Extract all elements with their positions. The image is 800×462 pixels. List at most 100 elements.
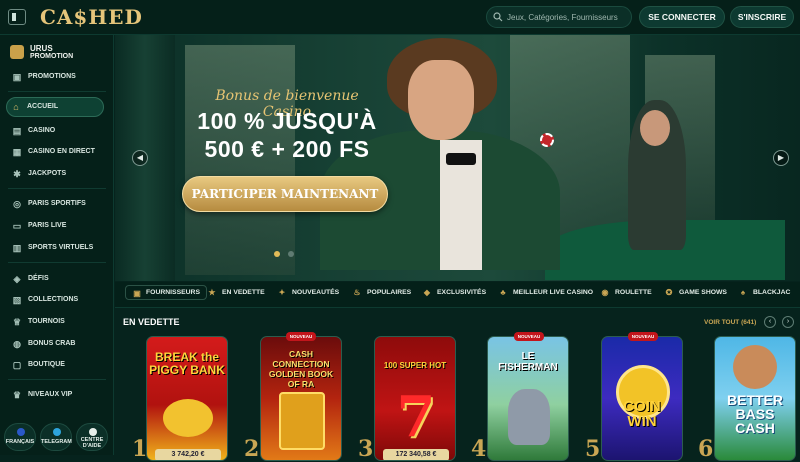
seven-icon: 7 bbox=[396, 384, 436, 450]
featured-next-icon[interactable]: › bbox=[782, 316, 794, 328]
category-nouveautes[interactable]: ✦ NOUVEAUTÉS bbox=[277, 288, 340, 297]
player-face bbox=[408, 60, 474, 140]
sidebar-item-collections[interactable]: ▧ COLLECTIONS bbox=[8, 291, 108, 309]
category-game-shows[interactable]: ✪ GAME SHOWS bbox=[664, 288, 727, 297]
sidebar-item-label: SPORTS VIRTUELS bbox=[28, 244, 94, 251]
slide-dot-active[interactable] bbox=[274, 251, 280, 257]
sidebar-item-label: NIVEAUX VIP bbox=[28, 391, 73, 398]
sidebar-item-casino-en-direct[interactable]: ▦ CASINO EN DIRECT bbox=[8, 143, 108, 161]
new-badge: NOUVEAU bbox=[628, 332, 658, 341]
category-label: POPULAIRES bbox=[367, 289, 412, 296]
telegram-icon bbox=[53, 428, 61, 436]
category-fournisseurs[interactable]: ▣ FOURNISSEURS bbox=[125, 285, 208, 300]
see-all-link[interactable]: VOIR TOUT (641) bbox=[704, 319, 756, 326]
virtual-sports-icon: ▥ bbox=[12, 243, 22, 253]
participate-button[interactable]: PARTICIPER MAINTENANT bbox=[182, 176, 388, 212]
crab-icon: ◍ bbox=[13, 339, 21, 349]
help-center-button[interactable]: CENTRE D'AIDE bbox=[76, 423, 108, 451]
sidebar-item-label: PARIS LIVE bbox=[28, 222, 67, 229]
hero-next-arrow-icon[interactable]: ▶ bbox=[773, 150, 789, 166]
fisherman-icon bbox=[733, 345, 777, 389]
game-card[interactable]: COIN WIN bbox=[601, 336, 683, 461]
cards-icon: ▤ bbox=[12, 126, 22, 136]
flag-icon bbox=[17, 428, 25, 436]
login-button[interactable]: SE CONNECTER bbox=[639, 6, 725, 28]
fire-icon: ♨ bbox=[353, 288, 361, 297]
live-icon: ▦ bbox=[12, 147, 22, 157]
site-logo[interactable]: CA$HED bbox=[40, 5, 143, 29]
language-label: FRANÇAIS bbox=[5, 439, 35, 445]
roulette-icon: ◉ bbox=[601, 288, 609, 297]
sidebar-item-label: PARIS SPORTIFS bbox=[28, 200, 86, 207]
category-meilleur-live-casino[interactable]: ♣ MEILLEUR LIVE CASINO bbox=[498, 288, 593, 297]
divider bbox=[8, 379, 106, 380]
search-icon bbox=[493, 12, 503, 22]
game-card[interactable]: 100 SUPER HOT 7 172 340,58 € bbox=[374, 336, 456, 461]
urus-promotion[interactable]: URUS PROMOTION bbox=[10, 43, 106, 65]
search-input[interactable]: Jeux, Catégories, Fournisseurs bbox=[486, 6, 632, 28]
hero-headline-line1: 100 % JUSQU'À bbox=[197, 108, 377, 134]
category-roulette[interactable]: ◉ ROULETTE bbox=[600, 288, 652, 297]
book-icon bbox=[279, 392, 325, 450]
game-rank: 2 bbox=[244, 436, 260, 462]
sidebar-item-niveaux-vip[interactable]: ♛ NIVEAUX VIP bbox=[8, 386, 108, 404]
vip-icon: ♛ bbox=[12, 390, 22, 400]
diamond-icon: ◆ bbox=[423, 288, 431, 297]
sidebar-item-label: BOUTIQUE bbox=[28, 361, 65, 368]
game-jackpot-amount: 172 340,58 € bbox=[383, 449, 449, 460]
category-bar: ▣ FOURNISSEURS ★ EN VEDETTE ✦ NOUVEAUTÉS ♨ P… bbox=[115, 282, 800, 308]
sidebar-item-paris-sportifs[interactable]: ◎ PARIS SPORTIFS bbox=[8, 195, 108, 213]
game-jackpot-amount: 3 742,20 € bbox=[155, 449, 221, 460]
game-card[interactable]: LE FISHERMAN bbox=[487, 336, 569, 461]
category-label: BLACKJAC bbox=[753, 289, 791, 296]
category-populaires[interactable]: ♨ POPULAIRES bbox=[352, 288, 412, 297]
provider-icon: ▣ bbox=[133, 289, 141, 298]
sidebar-item-label: CASINO bbox=[28, 127, 56, 134]
category-label: ROULETTE bbox=[615, 289, 652, 296]
sidebar-item-bonus-crab[interactable]: ◍ BONUS CRAB bbox=[8, 335, 108, 353]
sidebar-item-tournois[interactable]: ♕ TOURNOIS bbox=[8, 313, 108, 331]
sidebar-item-paris-live[interactable]: ▭ PARIS LIVE bbox=[8, 217, 108, 235]
hero-banner[interactable]: Bonus de bienvenue Casino 100 % JUSQU'À … bbox=[115, 35, 800, 281]
gameshow-icon: ✪ bbox=[665, 288, 673, 297]
casino-chip bbox=[540, 133, 554, 147]
featured-title: EN VEDETTE bbox=[123, 317, 180, 327]
category-blackjack[interactable]: ♠ BLACKJAC bbox=[738, 288, 791, 297]
game-card[interactable]: BETTER BASS CASH bbox=[714, 336, 796, 461]
blackjack-icon: ♠ bbox=[740, 288, 746, 297]
sidebar-item-defis[interactable]: ◈ DÉFIS bbox=[8, 270, 108, 288]
category-en-vedette[interactable]: ★ EN VEDETTE bbox=[207, 288, 264, 297]
urus-title: URUS bbox=[30, 44, 53, 53]
language-button[interactable]: FRANÇAIS bbox=[4, 423, 36, 451]
search-placeholder: Jeux, Catégories, Fournisseurs bbox=[507, 13, 618, 22]
game-card[interactable]: BREAK the PIGGY BANK 3 742,20 € bbox=[146, 336, 228, 461]
home-icon: ⌂ bbox=[13, 102, 19, 112]
sidebar-item-label: DÉFIS bbox=[28, 275, 49, 282]
telegram-button[interactable]: TELEGRAM bbox=[40, 423, 72, 451]
game-card[interactable]: CASH CONNECTION GOLDEN BOOK OF RA bbox=[260, 336, 342, 461]
telegram-label: TELEGRAM bbox=[41, 439, 72, 445]
sidebar-item-promotions[interactable]: ▣ PROMOTIONS bbox=[8, 68, 108, 86]
help-icon bbox=[89, 428, 97, 436]
signup-button[interactable]: S'INSCRIRE bbox=[730, 6, 794, 28]
hero-prev-arrow-icon[interactable]: ◀ bbox=[132, 150, 148, 166]
sidebar-item-boutique[interactable]: ▢ BOUTIQUE bbox=[8, 356, 108, 374]
featured-prev-icon[interactable]: ‹ bbox=[764, 316, 776, 328]
sidebar-item-accueil[interactable]: ⌂ ACCUEIL bbox=[6, 97, 104, 117]
game-title: BETTER BASS CASH bbox=[727, 392, 783, 436]
live-bet-icon: ▭ bbox=[12, 221, 22, 231]
sidebar-item-casino[interactable]: ▤ CASINO bbox=[8, 122, 108, 140]
sidebar-item-sports-virtuels[interactable]: ▥ SPORTS VIRTUELS bbox=[8, 239, 108, 257]
live-casino-icon: ♣ bbox=[500, 288, 506, 297]
sidebar-item-jackpots[interactable]: ✱ JACKPOTS bbox=[8, 165, 108, 183]
hero-headline-line2: 500 € + 200 FS bbox=[204, 136, 370, 162]
game-title: COIN WIN bbox=[623, 398, 661, 430]
top-bar: CA$HED Jeux, Catégories, Fournisseurs SE… bbox=[0, 0, 800, 35]
game-title: LE FISHERMAN bbox=[498, 351, 558, 373]
raccoon-icon bbox=[508, 389, 550, 445]
slide-dot[interactable] bbox=[288, 251, 294, 257]
sidebar-toggle-icon[interactable] bbox=[8, 9, 26, 25]
sports-icon: ◎ bbox=[13, 199, 21, 209]
category-label: FOURNISSEURS bbox=[146, 289, 201, 296]
category-exclusivites[interactable]: ◆ EXCLUSIVITÉS bbox=[422, 288, 486, 297]
